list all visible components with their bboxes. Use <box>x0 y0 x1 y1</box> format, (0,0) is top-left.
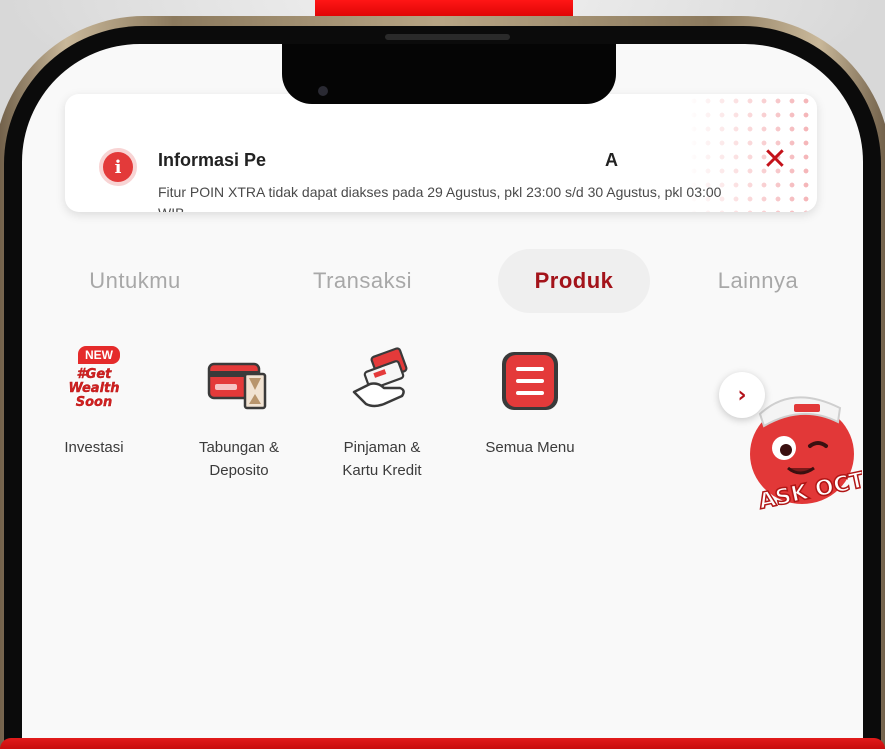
menu-label-semua-menu: Semua Menu <box>485 439 575 456</box>
wealth-line-3: Soon <box>75 395 113 410</box>
notice-title: Informasi Pe <box>158 150 267 170</box>
menu-list-icon <box>492 344 568 420</box>
notice-title-tail: A <box>605 150 618 170</box>
new-badge: NEW <box>78 346 120 364</box>
phone-notch <box>282 44 616 104</box>
tab-produk[interactable]: Produk <box>498 249 650 313</box>
wealth-badge-icon: NEW #Get Wealth Soon <box>56 344 132 420</box>
menu-item-tabungan-deposito[interactable]: Tabungan & Deposito <box>179 344 299 482</box>
notice-message: Fitur POIN XTRA tidak dapat diakses pada… <box>158 184 722 212</box>
close-icon[interactable]: ✕ <box>758 142 792 177</box>
menu-label-pinjaman: Pinjaman & Kartu Kredit <box>342 439 422 479</box>
wealth-line-2: Wealth <box>68 381 120 396</box>
camera-icon <box>318 86 328 96</box>
chevron-right-icon[interactable]: › <box>719 372 765 418</box>
app-screen: i Informasi Pe A Fitur POIN XTRA tidak d… <box>22 44 863 749</box>
wealth-line-1: #Get <box>76 367 112 382</box>
tab-untukmu[interactable]: Untukmu <box>65 249 205 313</box>
menu-item-pinjaman-kartu-kredit[interactable]: Pinjaman & Kartu Kredit <box>322 344 442 482</box>
loan-hand-icon <box>344 344 420 420</box>
menu-item-investasi[interactable]: NEW #Get Wealth Soon Investasi <box>34 344 154 459</box>
category-tabs: Untukmu Transaksi Produk Lainnya <box>65 249 825 313</box>
maintenance-notice: i Informasi Pe A Fitur POIN XTRA tidak d… <box>65 94 817 212</box>
savings-card-icon <box>201 344 277 420</box>
phone-speaker <box>385 34 510 40</box>
info-icon: i <box>99 148 137 186</box>
menu-label-investasi: Investasi <box>64 439 124 456</box>
menu-item-semua-menu[interactable]: Semua Menu <box>470 344 590 459</box>
wealth-badge-text: #Get Wealth Soon <box>60 367 128 418</box>
tab-transaksi[interactable]: Transaksi <box>275 249 450 313</box>
menu-label-tabungan: Tabungan & Deposito <box>198 439 280 479</box>
tab-lainnya[interactable]: Lainnya <box>693 249 823 313</box>
bottom-red-bar <box>0 738 885 749</box>
